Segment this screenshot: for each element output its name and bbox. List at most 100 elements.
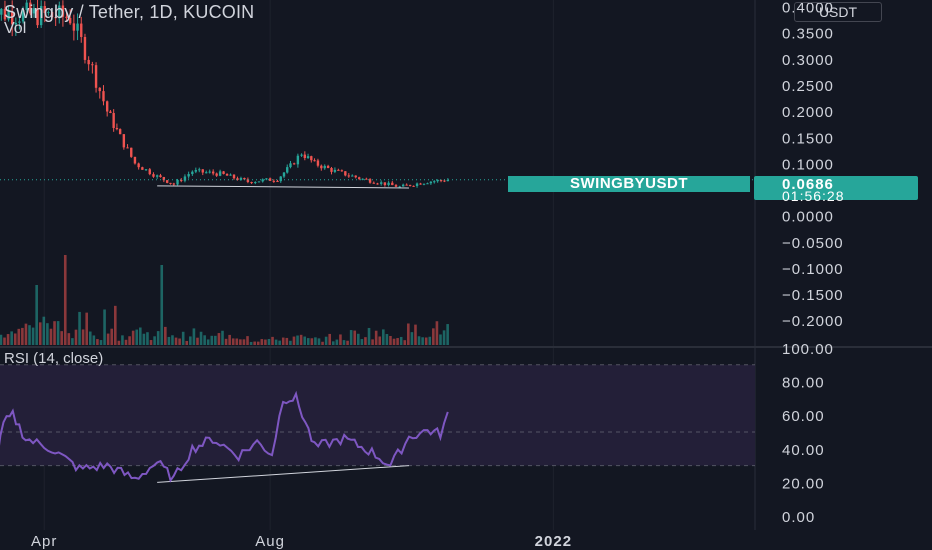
candle-body	[265, 178, 268, 180]
candle-body	[229, 174, 232, 176]
candle-body	[296, 155, 300, 165]
candle-body	[412, 185, 415, 187]
rsi-tick-label: 60.00	[782, 408, 825, 425]
rsi-axis[interactable]: 100.00 80.00 60.00 40.00 20.00 0.00	[782, 341, 834, 526]
candle-body	[289, 163, 292, 168]
volume-bar	[67, 333, 71, 345]
candle-body	[126, 147, 129, 149]
candle-body	[232, 174, 236, 179]
volume-bar	[210, 335, 214, 345]
volume-bar	[196, 337, 199, 345]
volume-bar	[13, 333, 17, 345]
volume-bar	[24, 323, 28, 345]
candle-body	[222, 171, 225, 174]
volume-bar	[260, 339, 264, 345]
candle-body	[276, 181, 279, 183]
chart-title: Swingby / Tether, 1D, KUCOIN	[4, 2, 255, 22]
candle-body	[105, 101, 109, 112]
candle-body	[122, 134, 126, 148]
candle-body	[405, 184, 408, 186]
rsi-band	[0, 364, 755, 467]
volume-bar	[271, 336, 274, 345]
time-axis[interactable]: Apr Aug 2022	[31, 533, 572, 550]
candle-body	[76, 23, 79, 31]
candle-body	[419, 183, 422, 185]
candle-body	[198, 169, 201, 171]
volume-bar	[99, 340, 103, 345]
volume-bar	[74, 329, 78, 345]
volume-bar	[149, 340, 153, 345]
volume-bar	[321, 341, 324, 345]
volume-bar	[28, 325, 31, 345]
price-tick-label: 0.1000	[782, 156, 834, 173]
volume-bar	[192, 328, 196, 345]
candle-body	[144, 169, 148, 171]
volume-bar	[242, 339, 246, 345]
volume-bar	[171, 335, 174, 345]
volume-bar	[139, 327, 142, 345]
volume-bar	[78, 311, 81, 345]
volume-bar	[128, 336, 131, 345]
volume-bar	[46, 323, 49, 345]
volume-bar	[407, 323, 410, 345]
candle-body	[94, 65, 98, 88]
candle-body	[201, 169, 204, 173]
candle-body	[408, 184, 412, 186]
volume-bar	[103, 309, 106, 345]
volume-bar	[385, 334, 389, 345]
volume-bar	[85, 312, 89, 345]
candle-body	[109, 111, 112, 114]
volume-bar	[399, 336, 403, 345]
volume-bar	[364, 337, 367, 345]
candle-body	[443, 180, 446, 182]
candle-body	[0, 8, 3, 15]
candle-body	[208, 171, 211, 173]
volume-bar	[178, 338, 181, 345]
candle-body	[141, 167, 144, 170]
candle-body	[133, 156, 137, 164]
volume-bar	[382, 329, 385, 345]
volume-bar	[63, 255, 67, 345]
volume-bar	[167, 336, 171, 345]
rsi-tick-label: 100.00	[782, 341, 834, 358]
candle-body	[225, 173, 229, 176]
volume-bar	[221, 330, 224, 345]
candle-body	[211, 171, 215, 174]
candle-body	[372, 182, 375, 184]
volume-bars	[0, 255, 449, 345]
candle-body	[354, 175, 357, 178]
candle-body	[433, 181, 436, 183]
volume-bar	[314, 337, 317, 345]
chart-canvas[interactable]: 0.40000.35000.30000.25000.20000.15000.10…	[0, 0, 932, 550]
volume-bar	[217, 333, 221, 345]
volume-bar	[414, 324, 417, 345]
candle-body	[254, 182, 257, 184]
candle-body	[286, 167, 289, 173]
price-tick-label: −0.0500	[782, 235, 844, 252]
volume-bar	[135, 329, 139, 345]
volume-bar	[392, 338, 396, 345]
volume-bar	[124, 339, 128, 345]
volume-bar	[113, 305, 117, 345]
volume-bar	[357, 333, 360, 345]
volume-bar	[278, 340, 281, 345]
candle-body	[272, 180, 276, 182]
volume-bar	[306, 338, 310, 345]
candle-body	[310, 156, 313, 161]
volume-bar	[71, 338, 74, 345]
time-tick-label: 2022	[535, 533, 572, 550]
volume-bar	[339, 334, 342, 345]
candle-body	[165, 180, 169, 183]
candle-body	[250, 182, 253, 184]
rsi-tick-label: 80.00	[782, 375, 825, 392]
price-tick-label: 0.1500	[782, 130, 834, 147]
volume-bar	[239, 339, 242, 345]
volume-bar	[231, 338, 235, 345]
candle-body	[394, 185, 398, 187]
price-axis[interactable]: 0.40000.35000.30000.25000.20000.15000.10…	[782, 0, 844, 330]
candle-body	[257, 181, 261, 183]
volume-bar	[389, 335, 392, 345]
currency-unit-button[interactable]: USDT	[794, 2, 882, 22]
rsi-tick-label: 0.00	[782, 509, 815, 526]
volume-bar	[267, 338, 271, 345]
